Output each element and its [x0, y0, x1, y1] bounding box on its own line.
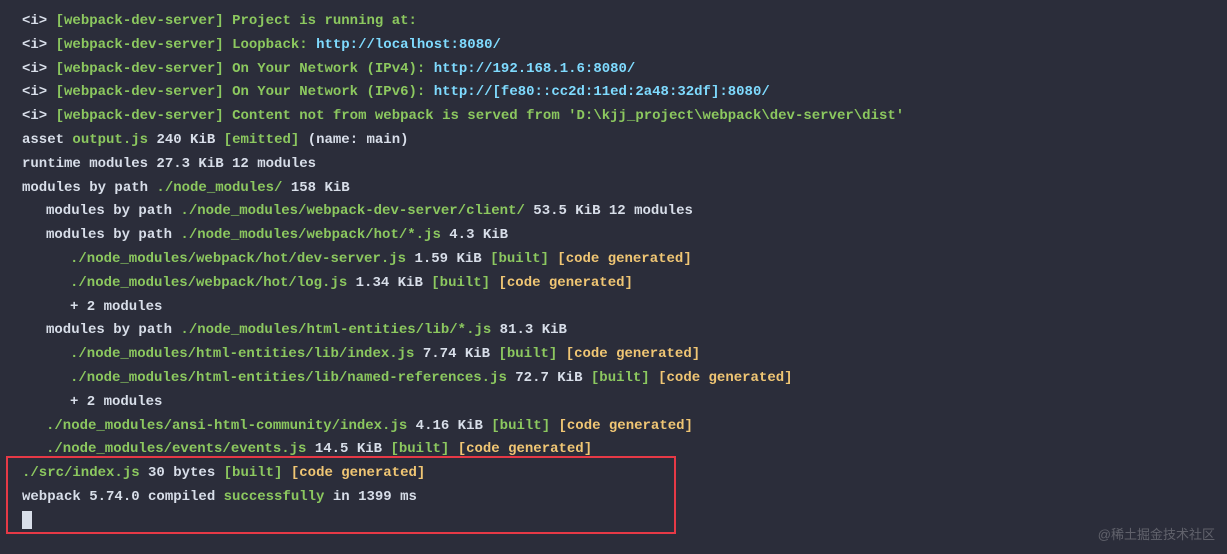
- log-line: ./node_modules/html-entities/lib/index.j…: [22, 343, 1227, 367]
- log-line: modules by path ./node_modules/webpack/h…: [22, 224, 1227, 248]
- log-line: modules by path ./node_modules/html-enti…: [22, 319, 1227, 343]
- log-line: runtime modules 27.3 KiB 12 modules: [22, 153, 1227, 177]
- cursor-line[interactable]: [22, 510, 1227, 534]
- log-line: <i> [webpack-dev-server] On Your Network…: [22, 81, 1227, 105]
- log-line: ./node_modules/events/events.js 14.5 KiB…: [22, 438, 1227, 462]
- log-line: modules by path ./node_modules/webpack-d…: [22, 200, 1227, 224]
- log-line: ./node_modules/ansi-html-community/index…: [22, 415, 1227, 439]
- log-line: + 2 modules: [22, 296, 1227, 320]
- log-line: webpack 5.74.0 compiled successfully in …: [22, 486, 1227, 510]
- log-line: + 2 modules: [22, 391, 1227, 415]
- log-line: <i> [webpack-dev-server] Loopback: http:…: [22, 34, 1227, 58]
- log-line: <i> [webpack-dev-server] Content not fro…: [22, 105, 1227, 129]
- log-line: ./node_modules/webpack/hot/log.js 1.34 K…: [22, 272, 1227, 296]
- log-line: asset output.js 240 KiB [emitted] (name:…: [22, 129, 1227, 153]
- log-line: <i> [webpack-dev-server] Project is runn…: [22, 10, 1227, 34]
- log-line: ./src/index.js 30 bytes [built] [code ge…: [22, 462, 1227, 486]
- log-line: ./node_modules/webpack/hot/dev-server.js…: [22, 248, 1227, 272]
- terminal-cursor: [22, 511, 32, 529]
- watermark-text: @稀土掘金技术社区: [1098, 524, 1215, 546]
- log-line: <i> [webpack-dev-server] On Your Network…: [22, 58, 1227, 82]
- log-line: ./node_modules/html-entities/lib/named-r…: [22, 367, 1227, 391]
- log-line: modules by path ./node_modules/ 158 KiB: [22, 177, 1227, 201]
